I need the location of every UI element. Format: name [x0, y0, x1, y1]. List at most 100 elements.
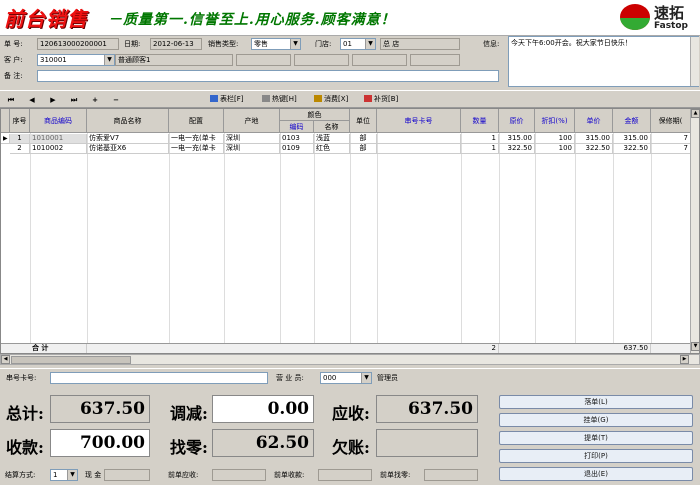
cell-config[interactable]: 一电一充(单卡 — [169, 134, 224, 144]
col-origin-header[interactable]: 产地 — [224, 109, 280, 133]
hold-order-button[interactable]: 挂单(G) — [499, 413, 693, 427]
consume-button[interactable]: 消费[X] — [314, 93, 348, 106]
cell-code[interactable]: 1010002 — [30, 144, 87, 154]
received-label: 收款: — [6, 438, 44, 457]
info-textarea[interactable]: 今天下午6:00开会。祝大家节日快乐！ — [508, 36, 699, 87]
grid-line — [461, 133, 462, 353]
cell-serial[interactable] — [377, 134, 461, 144]
customer-extra-3 — [352, 54, 407, 66]
cell-serial[interactable] — [377, 144, 461, 154]
col-seq-header[interactable]: 序号 — [10, 109, 30, 133]
doc-no-field: 120613000200001 — [37, 38, 119, 50]
settle-select[interactable]: 1 ▼ — [50, 469, 78, 481]
prev-change-label: 前单找零: — [380, 471, 411, 479]
serial-input[interactable] — [50, 372, 268, 384]
cell-config[interactable]: 一电一充(单卡 — [169, 144, 224, 154]
cell-amount[interactable]: 322.50 — [613, 144, 651, 154]
cell-name[interactable]: 仿诺基亚X6 — [87, 144, 169, 154]
settle-label: 结算方式: — [5, 471, 36, 479]
add-record-icon[interactable]: + — [89, 95, 101, 105]
salesperson-select[interactable]: 000 ▼ — [320, 372, 372, 384]
col-discount-header[interactable]: 折扣(%) — [535, 109, 575, 133]
received-input[interactable]: 700.00 — [50, 429, 150, 457]
col-color-name-header[interactable]: 名称 — [314, 121, 350, 133]
grid-line — [224, 133, 225, 353]
col-code-header[interactable]: 商品编码 — [30, 109, 87, 133]
col-name-header[interactable]: 商品名称 — [87, 109, 169, 133]
salesperson-code: 000 — [323, 374, 337, 382]
grid-vertical-scrollbar[interactable]: ▲ ▼ — [690, 109, 699, 353]
cell-discount[interactable]: 100 — [535, 144, 575, 154]
col-unit-header[interactable]: 单位 — [350, 109, 377, 133]
restock-button[interactable]: 补货[B] — [364, 93, 398, 106]
exit-button[interactable]: 退出(E) — [499, 467, 693, 481]
cell-origin[interactable]: 深圳 — [224, 134, 280, 144]
hotkey-button[interactable]: 热键[H] — [262, 93, 297, 106]
col-serial-header[interactable]: 串号卡号 — [377, 109, 461, 133]
col-price-header[interactable]: 原价 — [499, 109, 535, 133]
print-button[interactable]: 打印(P) — [499, 449, 693, 463]
scroll-thumb[interactable] — [11, 356, 131, 364]
cell-color-name[interactable]: 浅蓝 — [314, 134, 350, 144]
cell-color-code[interactable]: 0103 — [280, 134, 314, 144]
customer-select[interactable]: 310001 ▼ — [37, 54, 115, 66]
logo-chinese: 速拓 — [654, 4, 685, 22]
delete-record-icon[interactable]: − — [110, 95, 122, 105]
grid-horizontal-scrollbar[interactable]: ◀ ▶ — [0, 354, 700, 365]
info-scrollbar[interactable] — [690, 37, 699, 86]
store-select[interactable]: 01 ▼ — [340, 38, 376, 50]
scroll-down-icon[interactable]: ▼ — [691, 342, 699, 351]
adjust-input[interactable]: 0.00 — [212, 395, 314, 423]
last-record-icon[interactable]: ⏭ — [68, 95, 80, 105]
change-value: 62.50 — [212, 429, 314, 457]
slogan: －质量第一.信誉至上.用心服务.顾客满意！ — [108, 12, 396, 28]
col-unit-price-header[interactable]: 单价 — [575, 109, 613, 133]
col-warranty-header[interactable]: 保修期( — [651, 109, 691, 133]
cell-warranty[interactable]: 7 — [651, 144, 691, 154]
grid-line — [350, 133, 351, 353]
cell-price[interactable]: 315.00 — [499, 134, 535, 144]
chevron-down-icon[interactable]: ▼ — [104, 55, 114, 65]
chevron-down-icon[interactable]: ▼ — [290, 39, 300, 49]
remark-input[interactable] — [37, 70, 499, 82]
cell-unit-price[interactable]: 322.50 — [575, 144, 613, 154]
col-amount-header[interactable]: 金额 — [613, 109, 651, 133]
prev-record-icon[interactable]: ◀ — [26, 95, 38, 105]
chevron-down-icon[interactable]: ▼ — [365, 39, 375, 49]
cell-qty[interactable]: 1 — [461, 144, 499, 154]
table-columns-button[interactable]: 表栏[F] — [210, 93, 244, 106]
cell-code[interactable]: 1010001 — [30, 134, 87, 144]
grid-line — [87, 133, 88, 353]
restock-label: 补货[B] — [374, 95, 399, 103]
cell-amount[interactable]: 315.00 — [613, 134, 651, 144]
place-order-button[interactable]: 落单(L) — [499, 395, 693, 409]
table-columns-label: 表栏[F] — [220, 95, 244, 103]
cell-unit[interactable]: 部 — [350, 134, 377, 144]
cell-color-code[interactable]: 0109 — [280, 144, 314, 154]
col-config-header[interactable]: 配置 — [169, 109, 224, 133]
cell-seq[interactable]: 1 — [10, 134, 30, 144]
col-color-code-header[interactable]: 编码 — [280, 121, 314, 133]
cell-qty[interactable]: 1 — [461, 134, 499, 144]
cell-price[interactable]: 322.50 — [499, 144, 535, 154]
chevron-down-icon[interactable]: ▼ — [67, 470, 77, 480]
sale-type-select[interactable]: 零售 ▼ — [251, 38, 301, 50]
next-record-icon[interactable]: ▶ — [47, 95, 59, 105]
retrieve-order-button[interactable]: 提单(T) — [499, 431, 693, 445]
cell-unit[interactable]: 部 — [350, 144, 377, 154]
cell-unit-price[interactable]: 315.00 — [575, 134, 613, 144]
scroll-up-icon[interactable]: ▲ — [691, 109, 699, 118]
scroll-left-icon[interactable]: ◀ — [1, 355, 10, 364]
payment-panel: 串号卡号: 营 业 员: 000 ▼ 管理员 总计: 637.50 调减: 0.0… — [0, 368, 700, 485]
cell-name[interactable]: 仿索爱V7 — [87, 134, 169, 144]
sales-grid[interactable]: 序号 商品编码 商品名称 配置 产地 颜色 编码 名称 单位 串号卡号 数量 原… — [0, 108, 700, 354]
first-record-icon[interactable]: ⏮ — [5, 95, 17, 105]
chevron-down-icon[interactable]: ▼ — [361, 373, 371, 383]
cell-seq[interactable]: 2 — [10, 144, 30, 154]
cell-discount[interactable]: 100 — [535, 134, 575, 144]
col-qty-header[interactable]: 数量 — [461, 109, 499, 133]
cell-origin[interactable]: 深圳 — [224, 144, 280, 154]
cell-warranty[interactable]: 7 — [651, 134, 691, 144]
cell-color-name[interactable]: 红色 — [314, 144, 350, 154]
scroll-right-icon[interactable]: ▶ — [680, 355, 689, 364]
